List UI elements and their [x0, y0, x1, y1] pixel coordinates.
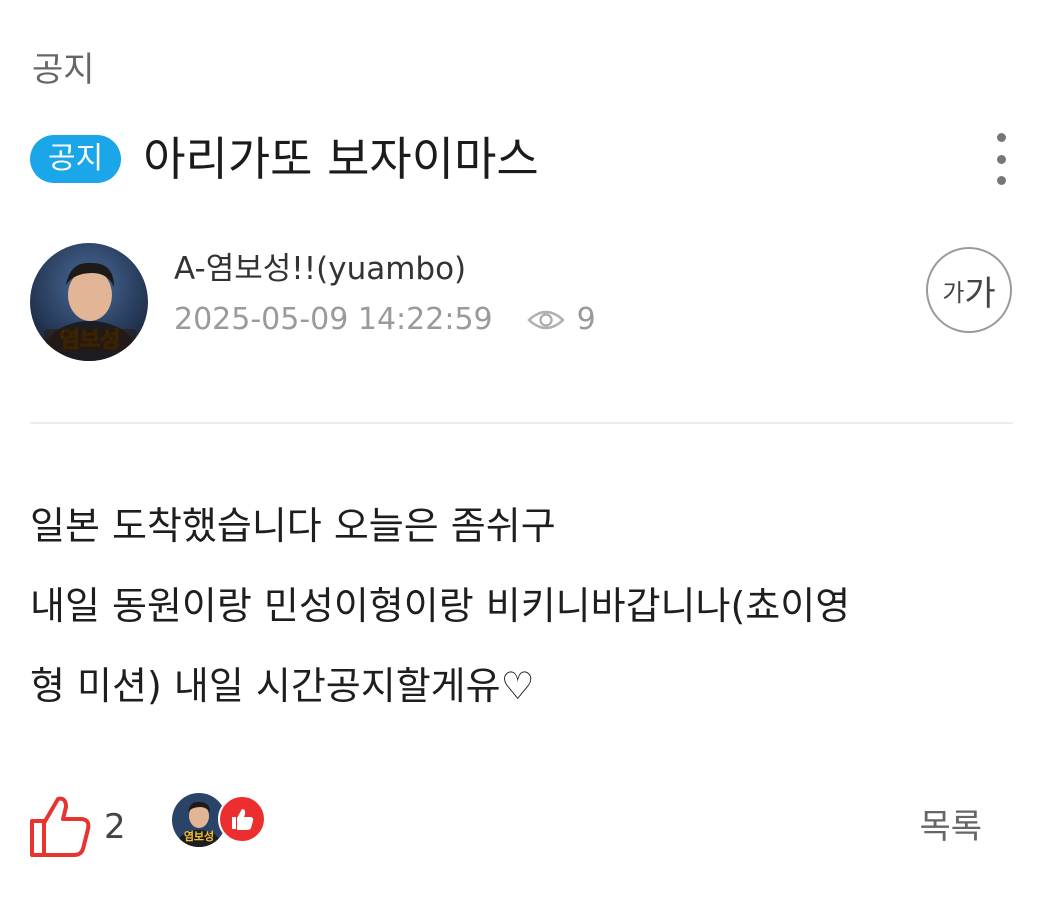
post-meta: 2025-05-09 14:22:59 9	[174, 300, 596, 340]
more-options-icon[interactable]	[989, 133, 1013, 185]
board-category: 공지	[32, 50, 95, 90]
post-footer: 2 염보성 목록	[28, 793, 1018, 873]
post-title: 아리가또 보자이마스	[143, 132, 539, 186]
post-datetime: 2025-05-09 14:22:59	[174, 302, 493, 337]
more-dot	[996, 154, 1006, 164]
body-line: 내일 동원이랑 민성이형이랑 비키니바갑니나(쵸이영	[30, 584, 851, 628]
author-name[interactable]: A-염보성!!(yuambo)	[174, 249, 466, 289]
liker-like-badge	[218, 795, 266, 843]
divider	[30, 422, 1013, 424]
post-page: 공지 공지 아리가또 보자이마스 염보성 A-염보성!!(yuambo) 202…	[0, 0, 1053, 910]
font-size-button[interactable]: 가가	[926, 247, 1012, 333]
liker-avatar-caption: 염보성	[184, 829, 214, 843]
thumbs-up-badge-icon	[232, 809, 254, 830]
thumbs-up-icon	[30, 796, 91, 857]
body-line: 일본 도착했습니다 오늘은 좀쉬구	[30, 504, 556, 548]
body-line: 형 미션) 내일 시간공지할게유♡	[30, 664, 535, 708]
author-avatar[interactable]: 염보성	[30, 243, 148, 361]
avatar-image: 염보성	[30, 243, 148, 361]
font-size-big-label: 가	[964, 273, 996, 314]
like-button[interactable]	[28, 793, 92, 859]
font-size-small-label: 가	[942, 278, 965, 307]
view-count: 9	[576, 302, 596, 337]
avatar-caption: 염보성	[60, 328, 121, 353]
author-row: 염보성 A-염보성!!(yuambo) 2025-05-09 14:22:59 …	[30, 243, 1020, 363]
notice-badge: 공지	[30, 135, 122, 183]
list-button[interactable]: 목록	[919, 807, 982, 847]
eye-icon	[526, 307, 565, 333]
post-body: 일본 도착했습니다 오늘은 좀쉬구 내일 동원이랑 민성이형이랑 비키니바갑니나…	[30, 486, 1020, 726]
more-dot	[996, 133, 1006, 142]
more-dot	[996, 176, 1006, 185]
title-row: 공지 아리가또 보자이마스	[30, 128, 539, 190]
like-count: 2	[104, 807, 126, 847]
